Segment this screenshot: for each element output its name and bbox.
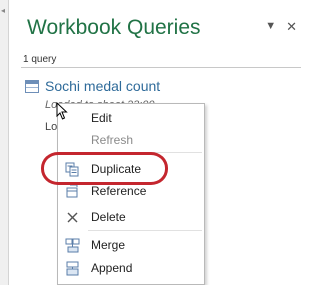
highlight-annotation: [41, 152, 168, 185]
pane-controls: ▼ ✕: [265, 20, 297, 33]
menu-item-refresh: Refresh: [58, 128, 204, 152]
query-detail: Lo: [45, 121, 58, 133]
merge-icon: [64, 237, 80, 253]
menu-item-label: Append: [91, 261, 133, 275]
menu-item-delete[interactable]: Delete: [58, 205, 204, 229]
mouse-cursor-icon: [56, 102, 68, 120]
query-name[interactable]: Sochi medal count: [45, 78, 160, 94]
expand-chevron-icon[interactable]: ◂: [1, 6, 5, 15]
context-menu: Edit Refresh Duplicate Reference Delete …: [57, 103, 205, 285]
close-icon[interactable]: ✕: [286, 20, 297, 33]
menu-item-label: Delete: [91, 210, 126, 224]
menu-item-append[interactable]: Append: [58, 256, 204, 280]
table-icon: [25, 79, 39, 93]
menu-item-label: Reference: [91, 184, 147, 198]
pane-title: Workbook Queries: [27, 16, 201, 39]
divider: [21, 67, 301, 68]
delete-icon: [64, 209, 80, 225]
menu-item-merge[interactable]: Merge: [58, 233, 204, 257]
pane-options-dropdown-icon[interactable]: ▼: [265, 21, 276, 32]
query-item[interactable]: Sochi medal count: [25, 78, 160, 94]
query-count: 1 query: [23, 54, 57, 65]
menu-separator: [88, 230, 202, 231]
menu-item-label: Edit: [91, 111, 112, 125]
menu-item-label: Refresh: [91, 133, 134, 147]
collapsed-left-strip[interactable]: ◂: [0, 0, 9, 285]
reference-icon: [64, 183, 80, 199]
menu-item-edit[interactable]: Edit: [58, 106, 204, 130]
append-icon: [64, 260, 80, 276]
menu-item-label: Merge: [91, 238, 126, 252]
